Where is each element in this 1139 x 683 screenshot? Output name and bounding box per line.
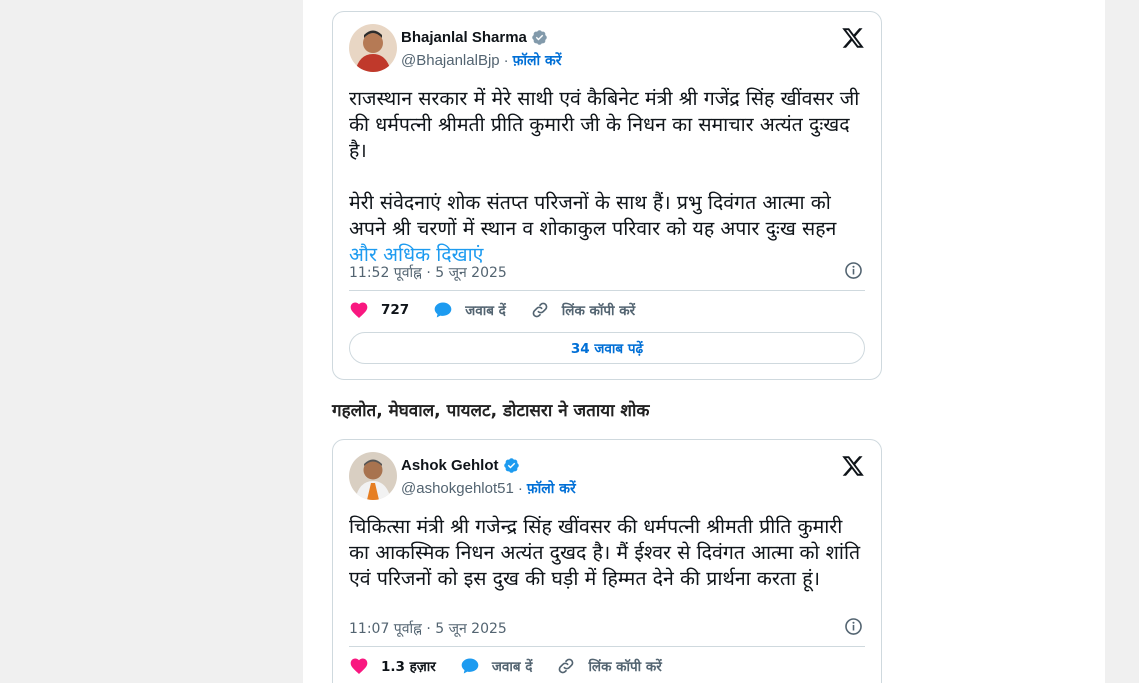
like-action[interactable]: 1.3 हज़ार (349, 656, 436, 676)
like-action[interactable]: 727 (349, 300, 409, 320)
tweet-paragraph-1: राजस्थान सरकार में मेरे साथी एवं कैबिनेट… (349, 87, 860, 162)
embedded-tweet-ashok-gehlot[interactable]: Ashok Gehlot @ashokgehlot51 · फ़ॉलो करें… (332, 439, 882, 683)
reply-label: जवाब दें (491, 659, 533, 675)
author-handle[interactable]: @BhajanlalBjp (401, 52, 500, 69)
x-logo-icon[interactable] (841, 26, 865, 50)
follow-button[interactable]: फ़ॉलो करें (513, 51, 562, 70)
separator: · (503, 52, 509, 69)
tweet-timestamp[interactable]: 11:52 पूर्वाह्न · 5 जून 2025 (349, 263, 507, 282)
tweet-text: चिकित्सा मंत्री श्री गजेन्द्र सिंह खींवस… (349, 515, 861, 590)
read-replies-button[interactable]: 34 जवाब पढ़ें (349, 332, 865, 364)
x-logo-icon[interactable] (841, 454, 865, 478)
divider (349, 646, 865, 647)
like-count: 1.3 हज़ार (381, 659, 436, 675)
author-handle[interactable]: @ashokgehlot51 (401, 480, 514, 497)
separator: · (517, 480, 523, 497)
avatar[interactable] (349, 452, 397, 500)
copy-link-label: लिंक कॉपी करें (588, 659, 662, 675)
link-icon (532, 302, 548, 318)
author-name[interactable]: Ashok Gehlot (401, 457, 499, 474)
follow-button[interactable]: फ़ॉलो करें (527, 479, 576, 498)
like-count: 727 (381, 302, 410, 318)
verified-badge-icon (532, 30, 547, 45)
tweet-actions: 727 जवाब दें लिंक कॉपी करें (349, 300, 659, 320)
reply-action[interactable]: जवाब दें (433, 300, 506, 320)
copy-link-action[interactable]: लिंक कॉपी करें (556, 656, 662, 676)
embedded-tweet-bhajanlal[interactable]: Bhajanlal Sharma @BhajanlalBjp · फ़ॉलो क… (332, 11, 882, 380)
avatar[interactable] (349, 24, 397, 72)
info-icon[interactable] (844, 617, 863, 636)
reply-action[interactable]: जवाब दें (460, 656, 533, 676)
tweet-timestamp[interactable]: 11:07 पूर्वाह्न · 5 जून 2025 (349, 619, 507, 638)
author-name[interactable]: Bhajanlal Sharma (401, 29, 527, 46)
link-icon (559, 658, 574, 674)
tweet-paragraph-2: मेरी संवेदनाएं शोक संतप्त परिजनों के साथ… (349, 190, 867, 268)
reply-label: जवाब दें (465, 303, 506, 319)
copy-link-label: लिंक कॉपी करें (561, 303, 636, 319)
reply-icon (461, 658, 479, 674)
divider (349, 290, 865, 291)
verified-badge-icon (503, 458, 519, 473)
copy-link-action[interactable]: लिंक कॉपी करें (530, 300, 635, 320)
heart-icon (350, 658, 368, 674)
info-icon[interactable] (844, 261, 863, 280)
tweet-actions: 1.3 हज़ार जवाब दें लिंक कॉपी करें (349, 656, 686, 676)
reply-icon (434, 302, 452, 318)
heart-icon (350, 302, 368, 318)
section-subheading: गहलोत, मेघवाल, पायलट, डोटासरा ने जताया श… (332, 401, 650, 421)
tweet-paragraph-2-text: मेरी संवेदनाएं शोक संतप्त परिजनों के साथ… (349, 191, 837, 240)
tweet-text: राजस्थान सरकार में मेरे साथी एवं कैबिनेट… (349, 86, 867, 268)
